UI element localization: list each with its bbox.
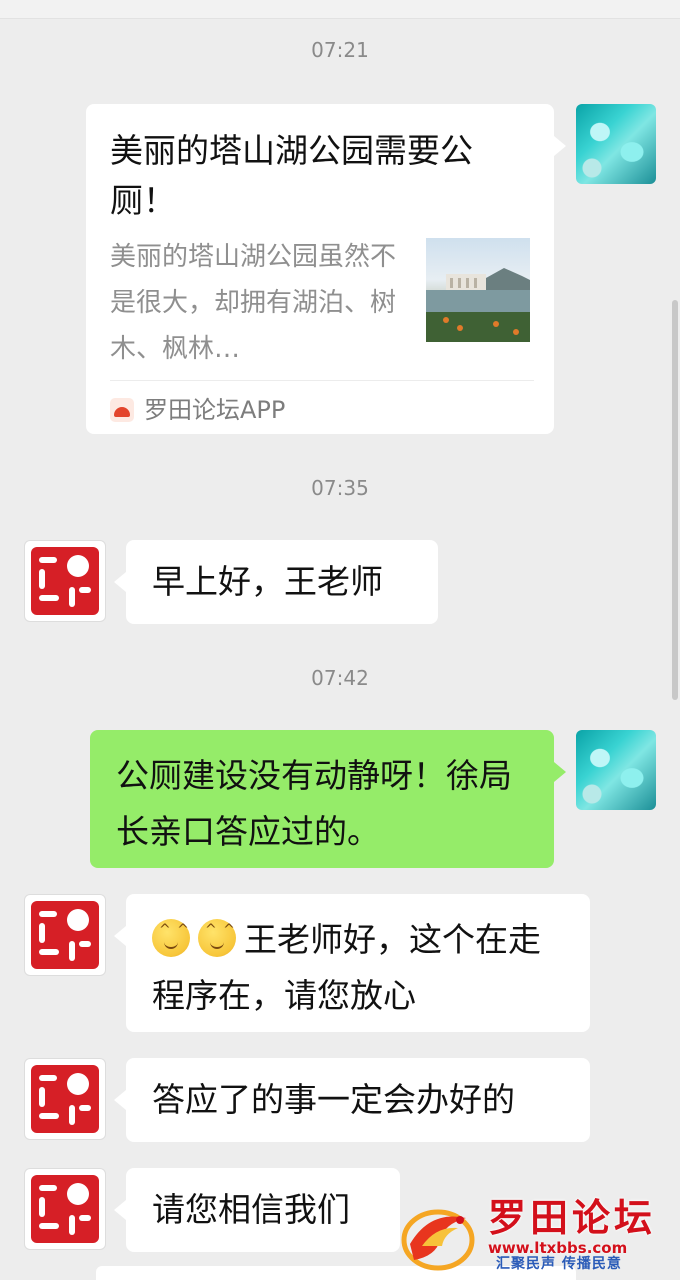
watermark-title: 罗田论坛 [488, 1195, 657, 1240]
timestamp: 07:35 [311, 476, 369, 500]
seal-stamp-icon [31, 547, 99, 615]
card-source-label: 罗田论坛APP [144, 396, 286, 424]
seal-stamp-icon [31, 1175, 99, 1243]
card-description: 美丽的塔山湖公园虽然不是很大，却拥有湖泊、树木、枫林… [110, 242, 397, 364]
my-avatar[interactable] [576, 104, 656, 184]
message-bubble-incoming[interactable]: 王老师好，这个在走程序在，请您放心 [114, 894, 590, 1032]
card-source: 罗田论坛APP [110, 394, 285, 426]
contact-avatar[interactable] [24, 1058, 106, 1140]
seal-stamp-icon [31, 901, 99, 969]
message-bubble-incoming[interactable]: 请您相信我们 [114, 1168, 400, 1252]
forum-watermark: 罗田论坛 www.ltxbbs.com 汇聚民声 传播民意 [400, 1196, 670, 1276]
top-status-strip [0, 0, 680, 19]
watermark-slogan: 汇聚民声 传播民意 [496, 1256, 622, 1272]
my-avatar[interactable] [576, 730, 656, 810]
card-thumbnail-image [426, 238, 530, 342]
card-divider [110, 380, 534, 381]
message-bubble-incoming[interactable]: 早上好，王老师 [114, 540, 438, 624]
watermark-url: www.ltxbbs.com [488, 1239, 628, 1257]
contact-avatar[interactable] [24, 540, 106, 622]
message-bubble-incoming[interactable]: 答应了的事一定会办好的 [114, 1058, 590, 1142]
contact-avatar[interactable] [24, 1168, 106, 1250]
phoenix-logo-icon [401, 1209, 475, 1271]
shared-article-card[interactable]: 美丽的塔山湖公园需要公厕！ 美丽的塔山湖公园虽然不是很大，却拥有湖泊、树木、枫林… [86, 104, 566, 434]
scrollbar[interactable] [672, 300, 678, 700]
seal-stamp-icon [31, 1065, 99, 1133]
card-title: 美丽的塔山湖公园需要公厕！ [110, 131, 473, 220]
timestamp: 07:21 [311, 38, 369, 62]
smile-emoji-icon [198, 919, 236, 957]
smile-emoji-icon [152, 919, 190, 957]
message-bubble-outgoing[interactable]: 公厕建设没有动静呀！徐局长亲口答应过的。 [90, 730, 566, 868]
timestamp: 07:42 [311, 666, 369, 690]
app-logo-icon [110, 398, 134, 422]
contact-avatar[interactable] [24, 894, 106, 976]
